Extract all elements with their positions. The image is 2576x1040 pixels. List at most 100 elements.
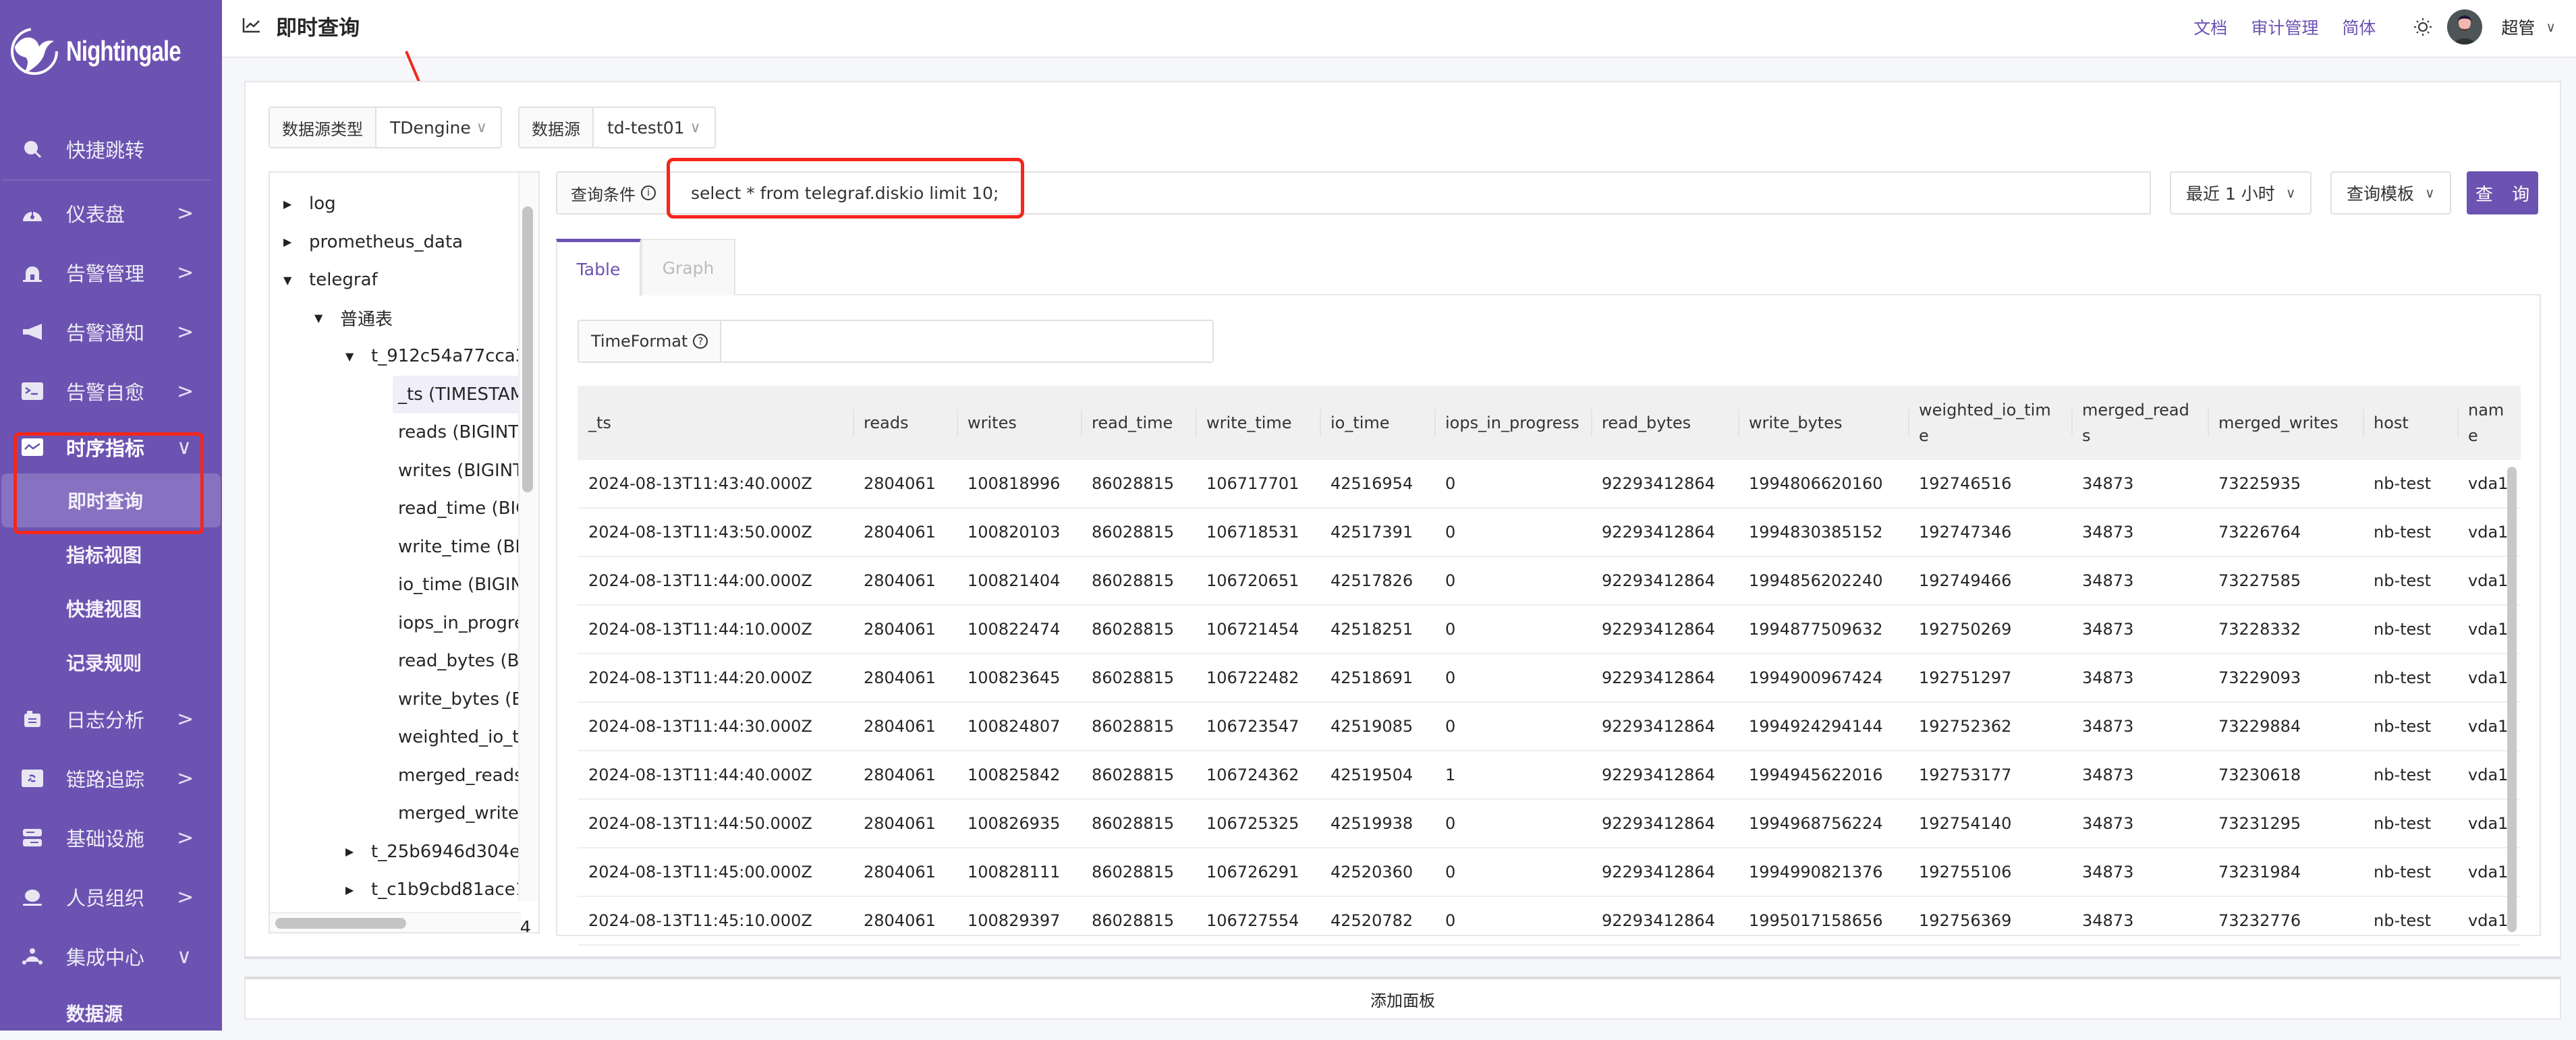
add-panel-button[interactable]: 添加面板 [244,977,2561,1020]
table-cell: 2024-08-13T11:45:00.000Z [588,863,812,882]
caret-down-icon[interactable]: ▼ [283,274,300,287]
column-header[interactable]: io_time [1320,386,1434,460]
docs-link[interactable]: 文档 [2193,15,2227,39]
table-row: 2024-08-13T11:44:50.000Z 2804061 100826935… [578,800,2521,848]
terminal-icon [22,381,43,401]
tree-node[interactable]: ▼ 普通表 [314,299,393,337]
scrollbar-thumb[interactable] [2507,467,2517,932]
caret-down-icon[interactable]: ▼ [345,350,362,363]
datasource-type-select[interactable]: 数据源类型 TDengine ∨ [269,107,502,148]
tree-node[interactable]: ▼ telegraf [283,261,378,299]
caret-right-icon[interactable]: ▶ [283,198,300,210]
audit-management-link[interactable]: 审计管理 [2251,15,2318,39]
table-cell: 106718531 [1206,523,1299,542]
query-button[interactable]: 查 询 [2467,171,2538,214]
chevron-down-icon[interactable]: ∨ [2546,19,2556,35]
table-cell: 86028815 [1092,911,1175,930]
table-cell: 34873 [2082,523,2134,542]
caret-right-icon[interactable]: ▶ [345,845,362,858]
sidebar-item-people-org[interactable]: 人员组织 > [0,867,222,927]
tree-leaf-column[interactable]: reads (BIGINT) [398,413,526,451]
sidebar-item-dashboard[interactable]: 仪表盘 > [0,183,222,243]
logo[interactable]: Nightingale [9,24,213,78]
caret-down-icon[interactable]: ▼ [314,312,331,324]
user-icon [22,887,43,907]
table-cell: 92293412864 [1602,717,1715,736]
sidebar-item-alert-self-healing[interactable]: 告警自愈 > [0,362,222,421]
datasource-value[interactable]: td-test01 ∨ [594,108,715,147]
timeformat-label-text: TimeFormat [591,332,688,351]
timeformat-input[interactable] [721,321,1213,362]
column-header[interactable]: _ts [578,386,853,460]
column-header[interactable]: writes [957,386,1081,460]
sidebar-subitem-metric-view[interactable]: 指标视图 [0,527,222,581]
tree-node[interactable]: ▶ t_25b6946d304efc [345,833,536,871]
table-cell: 2804061 [864,863,936,882]
tree-node[interactable]: ▶ t_c1b9cbd81ace17 [345,871,538,908]
query-template-select[interactable]: 查询模板 ∨ [2330,171,2451,214]
timeformat-label: TimeFormat? [579,321,722,362]
column-header[interactable]: write_time [1196,386,1320,460]
sidebar-item-log-analysis[interactable]: 日志分析 > [0,689,222,749]
table-cell: 0 [1445,474,1456,493]
sidebar-item-infrastructure[interactable]: 基础设施 > [0,808,222,867]
column-header[interactable]: merged_writes [2208,386,2363,460]
tree-leaf-column[interactable]: writes (BIGINT) [398,452,530,490]
column-header[interactable]: merged_reads [2071,386,2208,460]
column-header[interactable]: host [2363,386,2457,460]
help-icon[interactable]: ? [693,334,708,349]
datasource-type-value[interactable]: TDengine ∨ [376,108,501,147]
sidebar-subitem-datasource[interactable]: 数据源 [0,986,222,1040]
table-cell: nb-test [2374,911,2432,930]
tree-node[interactable]: ▶ prometheus_data [283,223,463,261]
table-cell: 42520782 [1331,911,1413,930]
sidebar-subitem-quick-view[interactable]: 快捷视图 [0,581,222,635]
table-cell: 86028815 [1092,814,1175,833]
user-name[interactable]: 超管 [2501,15,2535,39]
tree-vertical-scrollbar[interactable] [518,173,538,901]
datasource-type-label: 数据源类型 [270,108,376,147]
scrollbar-thumb[interactable] [522,206,533,492]
table-cell: 0 [1445,620,1456,639]
column-header[interactable]: name [2457,386,2521,460]
column-header[interactable]: weighted_io_time [1908,386,2071,460]
table-cell: 92293412864 [1602,668,1715,687]
table-cell: 42516954 [1331,474,1413,493]
scrollbar-thumb[interactable] [275,918,406,929]
column-header[interactable]: read_time [1081,386,1196,460]
chevron-right-icon: > [177,260,194,285]
column-header[interactable]: reads [853,386,957,460]
sidebar-item-alert-management[interactable]: 告警管理 > [0,243,222,302]
table-cell: 92293412864 [1602,620,1715,639]
tree-node[interactable]: ▶ log [283,185,336,223]
tab-graph[interactable]: Graph [641,239,735,295]
theme-toggle-sun-icon[interactable] [2413,18,2432,36]
table-cell: 192749466 [1919,571,2012,590]
annotation-highlight-box [13,432,204,534]
avatar[interactable] [2447,9,2483,45]
table-vertical-scrollbar[interactable] [2503,463,2521,935]
caret-right-icon[interactable]: ▶ [283,235,300,248]
time-range-picker[interactable]: 最近 1 小时 ∨ [2170,171,2312,214]
tree-horizontal-scrollbar[interactable] [270,912,521,932]
topbar-actions: 文档 审计管理 简体 超管 ∨ [2170,7,2556,47]
tree-node-label: reads (BIGINT) [398,422,526,442]
table-cell: 42519938 [1331,814,1413,833]
column-header[interactable]: read_bytes [1591,386,1738,460]
tab-table[interactable]: Table [556,239,641,297]
sidebar-item-tracing[interactable]: 链路追踪 > [0,749,222,808]
datasource-select[interactable]: 数据源 td-test01 ∨ [518,107,716,148]
sidebar-item-quick-jump[interactable]: 快捷跳转 [0,121,222,177]
info-icon[interactable]: i [641,185,656,200]
sidebar-item-alert-notification[interactable]: 告警通知 > [0,302,222,362]
sidebar-subitem-recording-rules[interactable]: 记录规则 [0,635,222,689]
column-header[interactable]: iops_in_progress [1434,386,1591,460]
language-switch[interactable]: 简体 [2342,15,2376,39]
column-header[interactable]: write_bytes [1738,386,1908,460]
table-cell: 42520360 [1331,863,1413,882]
sidebar-item-label: 基础设施 [66,828,145,850]
caret-right-icon[interactable]: ▶ [345,884,362,896]
table-header: _ts reads writes read_time write_time io_time… [578,386,2521,460]
tree-node[interactable]: ▼ t_912c54a77cca35 [345,337,538,375]
sidebar-item-integration-center[interactable]: 集成中心 ∨ [0,927,222,986]
